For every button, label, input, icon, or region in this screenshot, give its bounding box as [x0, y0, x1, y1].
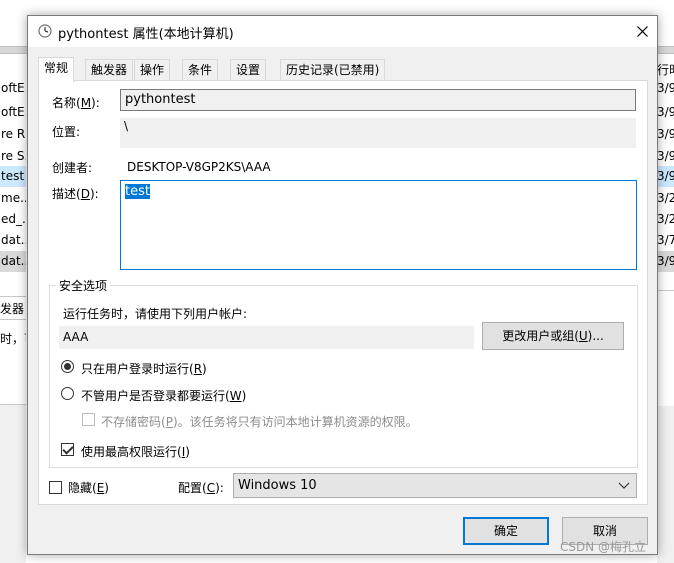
do-not-store-password-label: 不存储密码(P)。该任务将只有访问本地计算机资源的权限。 — [101, 415, 418, 429]
time-cell: 3/9 — [657, 105, 674, 119]
clock-icon — [38, 24, 52, 38]
description-textarea[interactable]: test — [120, 180, 637, 270]
task-row-selected[interactable]: test — [0, 166, 26, 187]
task-row[interactable]: ed_... — [0, 209, 26, 230]
task-row[interactable]: re R... — [0, 124, 26, 145]
run-whether-logged-on-label[interactable]: 不管用户是否登录都要运行(W) — [81, 387, 246, 404]
tab-triggers[interactable]: 触发器 — [85, 59, 134, 81]
name-field[interactable]: pythontest — [120, 89, 636, 111]
time-cell: 3/9 — [657, 127, 674, 141]
time-cell: 3/9 — [657, 166, 674, 187]
author-value: DESKTOP-V8GP2KS\AAA — [127, 160, 271, 174]
task-row[interactable]: re S... — [0, 146, 26, 167]
location-label: 位置: — [52, 125, 81, 139]
configure-label: 配置(C): — [178, 481, 224, 495]
background-detail-text: 时，可 — [0, 332, 26, 346]
watermark: CSDN @梅孔立 — [560, 540, 647, 554]
configure-for-select[interactable]: Windows 10 — [233, 473, 637, 498]
background-tab-trigger[interactable]: 发器 — [0, 296, 26, 320]
location-field[interactable]: \ — [120, 118, 636, 148]
close-button[interactable] — [627, 16, 657, 47]
run-only-logged-on-label[interactable]: 只在用户登录时运行(R) — [81, 360, 207, 377]
configure-selected-value: Windows 10 — [238, 478, 317, 493]
time-cell: 3/9 — [657, 149, 674, 163]
time-cell: 3/9 — [657, 81, 674, 95]
task-row[interactable]: oftE... — [0, 102, 26, 123]
tab-settings[interactable]: 设置 — [230, 59, 267, 81]
hidden-label[interactable]: 隐藏(E) — [68, 479, 109, 496]
task-row[interactable]: me... — [0, 188, 26, 209]
change-user-button[interactable]: 更改用户或组(U)... — [482, 322, 624, 350]
run-only-logged-on-radio[interactable] — [61, 360, 74, 373]
background-panel — [0, 404, 26, 563]
run-as-label: 运行任务时，请使用下列用户帐户: — [63, 307, 248, 321]
properties-dialog: pythontest 属性(本地计算机) 常规 触发器 操作 条件 设置 历史记… — [27, 15, 658, 555]
title-bar[interactable]: pythontest 属性(本地计算机) — [28, 16, 657, 47]
highest-privileges-label[interactable]: 使用最高权限运行(I) — [81, 443, 190, 460]
tab-general[interactable]: 常规 — [38, 57, 75, 82]
background-time-column: 3/9 3/9 3/9 3/9 3/9 3/28 3/24 3/7 3/9 — [657, 56, 674, 288]
tab-conditions[interactable]: 条件 — [182, 59, 219, 81]
author-label: 创建者: — [52, 161, 93, 175]
task-row[interactable]: oftE... — [0, 78, 26, 99]
task-row[interactable]: dat... — [0, 251, 26, 272]
background-panel — [657, 290, 674, 406]
ok-button[interactable]: 确定 — [463, 517, 549, 545]
do-not-store-password-checkbox[interactable] — [82, 413, 95, 426]
name-label: 名称(M): — [52, 96, 100, 110]
background-panel — [657, 406, 674, 563]
task-row[interactable]: dat... — [0, 230, 26, 251]
chevron-down-icon — [618, 475, 630, 495]
tab-actions[interactable]: 操作 — [134, 59, 171, 81]
time-cell: 3/7 — [657, 233, 674, 247]
security-options-title: 安全选项 — [56, 277, 111, 294]
close-icon — [636, 26, 648, 37]
tab-history[interactable]: 历史记录(已禁用) — [280, 59, 386, 81]
hidden-checkbox[interactable] — [49, 481, 62, 494]
background-task-list: oftE... oftE... re R... re S... test me.… — [0, 56, 26, 288]
run-whether-logged-on-radio[interactable] — [61, 387, 74, 400]
time-cell: 3/24 — [657, 212, 674, 226]
description-label: 描述(D): — [52, 187, 99, 201]
description-selected-text: test — [125, 184, 150, 199]
general-tab-panel: 名称(M): pythontest 位置: \ 创建者: DESKTOP-V8G… — [38, 80, 648, 505]
time-cell: 3/28 — [657, 191, 674, 205]
time-cell: 3/9 — [657, 251, 674, 272]
highest-privileges-checkbox[interactable] — [61, 443, 74, 456]
dialog-title: pythontest 属性(本地计算机) — [58, 27, 234, 42]
user-account-field[interactable]: AAA — [59, 326, 474, 349]
